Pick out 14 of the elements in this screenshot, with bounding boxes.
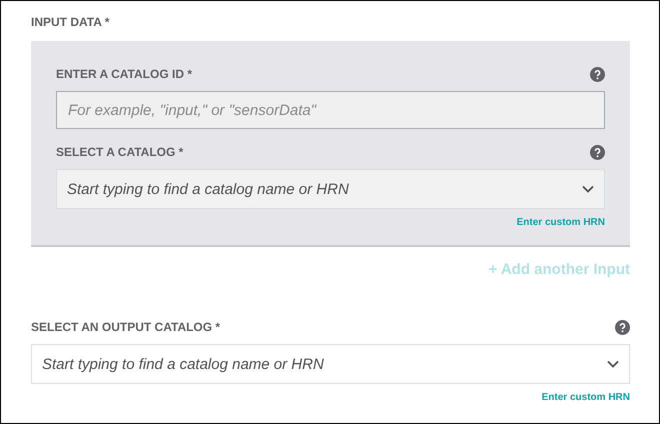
field-label: SELECT AN OUTPUT CATALOG * — [31, 320, 220, 334]
help-icon[interactable] — [590, 66, 605, 82]
catalog-select[interactable]: Start typing to find a catalog name or HRN — [31, 344, 630, 384]
section-title: INPUT DATA * — [31, 14, 110, 31]
catalog-id-field[interactable]: For example, "input," or "sensorData" — [56, 91, 605, 129]
field-label: ENTER A CATALOG ID * — [56, 67, 192, 81]
help-icon[interactable] — [615, 320, 630, 334]
custom-hrn-link[interactable]: Enter custom HRN — [516, 217, 605, 228]
help-icon[interactable] — [590, 144, 605, 160]
catalog-select[interactable]: Start typing to find a catalog name or HRN — [56, 169, 605, 209]
field-label: SELECT A CATALOG * — [56, 145, 184, 159]
custom-hrn-link[interactable]: Enter custom HRN — [542, 392, 630, 403]
chevron-down-icon — [582, 185, 594, 193]
chevron-down-icon — [607, 360, 619, 368]
